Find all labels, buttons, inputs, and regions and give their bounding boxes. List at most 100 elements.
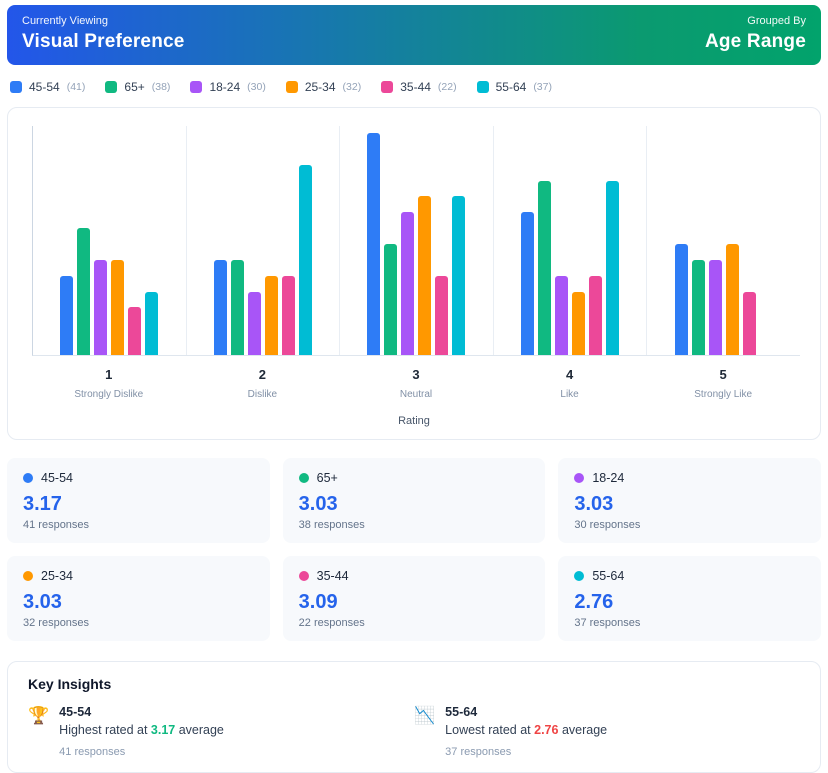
legend-count: (38) bbox=[152, 81, 171, 93]
bar[interactable] bbox=[589, 276, 602, 355]
bar[interactable] bbox=[538, 181, 551, 355]
stat-card: 35-44 3.09 22 responses bbox=[283, 556, 546, 641]
bar[interactable] bbox=[384, 244, 397, 355]
legend-label: 35-44 bbox=[400, 80, 431, 94]
legend-swatch bbox=[381, 81, 393, 93]
header-right: Grouped By Age Range bbox=[705, 15, 806, 53]
bar[interactable] bbox=[435, 276, 448, 355]
x-tick: 1Strongly Dislike bbox=[32, 356, 186, 400]
legend-item[interactable]: 35-44 (22) bbox=[381, 80, 456, 94]
legend-count: (22) bbox=[438, 81, 457, 93]
bar-group bbox=[339, 126, 493, 355]
legend-count: (32) bbox=[343, 81, 362, 93]
x-tick: 5 Strongly Like bbox=[646, 356, 800, 400]
legend-swatch bbox=[105, 81, 117, 93]
legend-item[interactable]: 25-34 (32) bbox=[286, 80, 361, 94]
x-tick-label: Strongly Dislike bbox=[32, 389, 186, 400]
insight-lowest-responses: 37 responses bbox=[445, 746, 607, 758]
bar-group bbox=[493, 126, 647, 355]
stat-group-label: 35-44 bbox=[317, 569, 349, 583]
stat-average-value: 3.03 bbox=[23, 591, 254, 614]
bar[interactable] bbox=[709, 260, 722, 355]
stat-group-label: 45-54 bbox=[41, 471, 73, 485]
stat-card: 65+3.0338 responses bbox=[283, 458, 546, 543]
legend-item[interactable]: 18-24(30) bbox=[190, 80, 265, 94]
stat-response-count: 22 responses bbox=[299, 617, 530, 629]
stat-group-label: 65+ bbox=[317, 471, 338, 485]
bar[interactable] bbox=[555, 276, 568, 355]
stat-response-count: 37 responses bbox=[574, 617, 805, 629]
x-tick-number: 2 bbox=[186, 367, 340, 382]
stat-average-value: 3.09 bbox=[299, 591, 530, 614]
header-left: Currently Viewing Visual Preference bbox=[22, 15, 185, 53]
bar[interactable] bbox=[299, 165, 312, 355]
stat-average-value: 3.03 bbox=[574, 493, 805, 516]
bar[interactable] bbox=[214, 260, 227, 355]
insight-highest-group: 45-54 bbox=[59, 705, 224, 719]
stat-card-header: 18-24 bbox=[574, 471, 805, 485]
insight-lowest-prefix: Lowest rated at bbox=[445, 723, 534, 737]
insight-lowest-text: Lowest rated at 2.76 average bbox=[445, 723, 607, 737]
bar[interactable] bbox=[692, 260, 705, 355]
bar[interactable] bbox=[77, 228, 90, 355]
stat-card: 45-543.1741 responses bbox=[7, 458, 270, 543]
insight-highest-value: 3.17 bbox=[151, 723, 175, 737]
summary-cards-grid: 45-543.1741 responses65+3.0338 responses… bbox=[7, 458, 821, 641]
stat-card-header: 35-44 bbox=[299, 569, 530, 583]
x-tick-label: Neutral bbox=[339, 389, 493, 400]
stat-average-value: 2.76 bbox=[574, 591, 805, 614]
legend-count: (30) bbox=[247, 81, 266, 93]
insight-lowest-body: 55-64 Lowest rated at 2.76 average 37 re… bbox=[445, 705, 607, 758]
stat-group-label: 55-64 bbox=[592, 569, 624, 583]
bar[interactable] bbox=[94, 260, 107, 355]
bar[interactable] bbox=[418, 196, 431, 355]
bar[interactable] bbox=[452, 196, 465, 355]
chart-plot-area bbox=[32, 126, 800, 356]
x-tick-number: 3 bbox=[339, 367, 493, 382]
currently-viewing-label: Currently Viewing bbox=[22, 15, 185, 27]
legend-item[interactable]: 65+(38) bbox=[105, 80, 170, 94]
x-tick-label: Strongly Like bbox=[646, 389, 800, 400]
stat-group-label: 25-34 bbox=[41, 569, 73, 583]
bar[interactable] bbox=[572, 292, 585, 355]
bar[interactable] bbox=[726, 244, 739, 355]
bar-chart-card: 1Strongly Dislike2Dislike3Neutral4Like5S… bbox=[7, 107, 821, 440]
insight-highest-responses: 41 responses bbox=[59, 746, 224, 758]
legend-swatch bbox=[286, 81, 298, 93]
chart-legend: 45-54(41) 65+(38) 18-24(30) 25-34 (32) 35-44 (… bbox=[10, 80, 818, 94]
legend-label: 25-34 bbox=[305, 80, 336, 94]
stat-card-header: 25-34 bbox=[23, 569, 254, 583]
bar[interactable] bbox=[231, 260, 244, 355]
x-axis-title: Rating bbox=[20, 415, 808, 427]
bar[interactable] bbox=[521, 212, 534, 355]
stat-card-header: 55-64 bbox=[574, 569, 805, 583]
x-tick-number: 5 bbox=[646, 367, 800, 382]
insight-lowest-suffix: average bbox=[558, 723, 607, 737]
x-tick: 3 Neutral bbox=[339, 356, 493, 400]
stat-group-label: 18-24 bbox=[592, 471, 624, 485]
legend-swatch bbox=[477, 81, 489, 93]
bar[interactable] bbox=[606, 181, 619, 355]
bar[interactable] bbox=[282, 276, 295, 355]
bar[interactable] bbox=[128, 307, 141, 355]
insight-lowest: 📉 55-64 Lowest rated at 2.76 average 37 … bbox=[414, 705, 800, 758]
bar[interactable] bbox=[743, 292, 756, 355]
stat-response-count: 38 responses bbox=[299, 519, 530, 531]
bar[interactable] bbox=[367, 133, 380, 355]
bar[interactable] bbox=[265, 276, 278, 355]
bar[interactable] bbox=[60, 276, 73, 355]
insight-lowest-value: 2.76 bbox=[534, 723, 558, 737]
legend-item[interactable]: 55-64(37) bbox=[477, 80, 552, 94]
stat-response-count: 32 responses bbox=[23, 617, 254, 629]
legend-item[interactable]: 45-54(41) bbox=[10, 80, 85, 94]
bar[interactable] bbox=[248, 292, 261, 355]
chart-x-axis: 1Strongly Dislike2Dislike3Neutral4Like5S… bbox=[32, 356, 800, 400]
group-color-dot bbox=[574, 571, 584, 581]
bar[interactable] bbox=[111, 260, 124, 355]
key-insights-card: Key Insights 🏆 45-54 Highest rated at 3.… bbox=[7, 661, 821, 773]
insight-highest-prefix: Highest rated at bbox=[59, 723, 151, 737]
bar[interactable] bbox=[145, 292, 158, 355]
bar[interactable] bbox=[675, 244, 688, 355]
bar[interactable] bbox=[401, 212, 414, 355]
stat-response-count: 41 responses bbox=[23, 519, 254, 531]
